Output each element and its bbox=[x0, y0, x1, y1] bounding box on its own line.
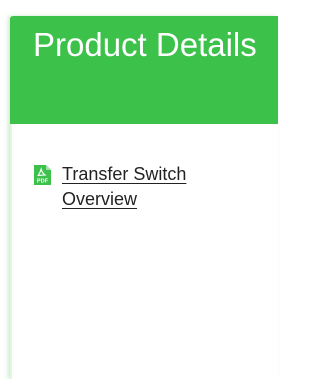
panel-header: Product Details bbox=[10, 16, 278, 124]
panel-title: Product Details bbox=[33, 26, 257, 63]
pdf-file-icon: PDF bbox=[34, 165, 51, 185]
pdf-icon-text: PDF bbox=[37, 179, 49, 185]
document-link-transfer-switch-overview[interactable]: Transfer Switch Overview bbox=[62, 162, 262, 212]
